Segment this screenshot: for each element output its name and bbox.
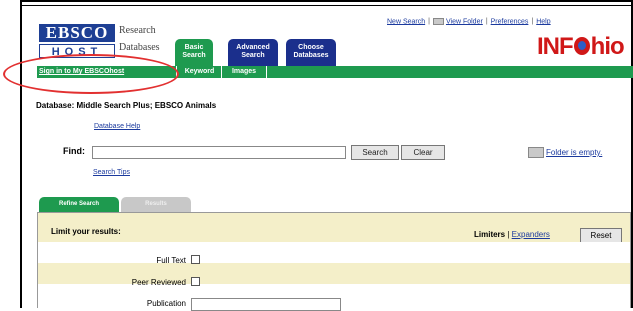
preferences-link[interactable]: Preferences: [491, 18, 529, 25]
full-text-checkbox[interactable]: [191, 255, 200, 264]
database-help-link[interactable]: Database Help: [94, 123, 140, 130]
tab-choose-databases[interactable]: Choose Databases: [286, 39, 336, 66]
globe-icon: [573, 37, 590, 55]
folder-status-link[interactable]: Folder is empty.: [546, 148, 602, 157]
tab-refine-search[interactable]: Refine Search: [39, 197, 119, 212]
logo-ebsco: EBSCO: [39, 24, 115, 42]
tab-results[interactable]: Results: [121, 197, 191, 212]
search-button[interactable]: Search: [351, 145, 399, 160]
page-border-inner: [20, 5, 633, 6]
limiters-label: Limiters: [474, 230, 506, 239]
tab-basic-search[interactable]: Basic Search: [175, 39, 213, 66]
find-label: Find:: [63, 146, 85, 156]
publication-label: Publication: [146, 299, 186, 308]
limit-your-results-heading: Limit your results:: [51, 227, 121, 236]
reset-button[interactable]: Reset: [580, 228, 622, 243]
top-links: New Search | View Folder | Preferences | Help: [387, 18, 551, 26]
clear-button[interactable]: Clear: [401, 145, 445, 160]
new-search-link[interactable]: New Search: [387, 18, 425, 25]
search-input[interactable]: [92, 146, 346, 159]
logo-databases: Databases: [119, 42, 160, 53]
peer-reviewed-label: Peer Reviewed: [131, 278, 186, 287]
tab-advanced-search[interactable]: Advanced Search: [228, 39, 278, 66]
subtab-keyword[interactable]: Keyword: [176, 66, 222, 78]
page-border-left: [20, 0, 22, 308]
annotation-ellipse: [3, 54, 179, 94]
view-folder-link[interactable]: View Folder: [446, 18, 483, 25]
search-tips-link[interactable]: Search Tips: [93, 169, 130, 176]
page-border-top: [20, 0, 633, 2]
infohio-logo: INF hio: [537, 33, 625, 60]
peer-reviewed-checkbox[interactable]: [191, 277, 200, 286]
subtab-images[interactable]: Images: [221, 66, 267, 78]
limiters-expanders: Limiters | Expanders: [474, 230, 550, 239]
expanders-link[interactable]: Expanders: [512, 230, 550, 239]
logo-research: Research: [119, 25, 156, 36]
database-label: Database: Middle Search Plus; EBSCO Anim…: [36, 101, 217, 110]
help-link[interactable]: Help: [536, 18, 550, 25]
folder-icon: [528, 147, 544, 158]
full-text-label: Full Text: [156, 256, 186, 265]
publication-input[interactable]: [191, 298, 341, 311]
folder-icon: [432, 18, 444, 25]
